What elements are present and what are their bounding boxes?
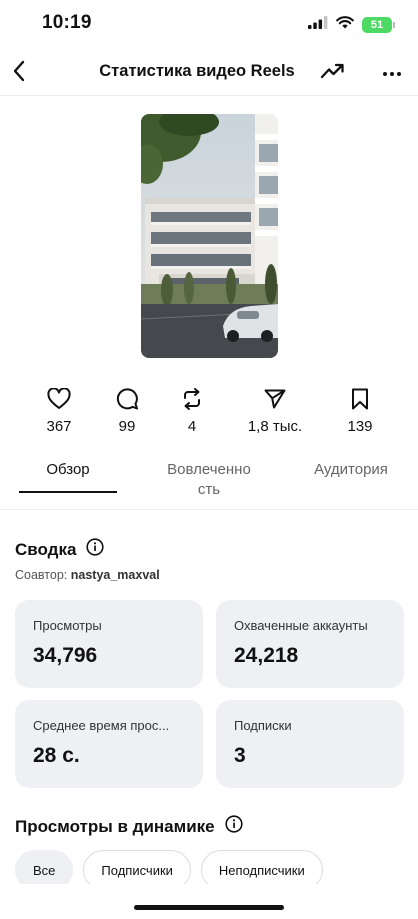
info-icon[interactable] — [225, 815, 243, 838]
signal-icon — [308, 16, 328, 34]
tab-active-indicator — [19, 491, 117, 493]
metric-value: 34,796 — [33, 644, 98, 667]
stat-reposts: 4 — [152, 386, 232, 435]
summary-title: Сводка — [15, 539, 77, 559]
stat-saves: 139 — [320, 386, 400, 435]
status-bar: 10:19 51 — [0, 0, 418, 50]
metric-value: 28 с. — [33, 744, 80, 767]
dynamics-section-title: Просмотры в динамике — [15, 815, 243, 838]
comments-count: 99 — [118, 418, 136, 435]
bookmark-icon — [350, 386, 370, 412]
battery-icon: 51 — [362, 17, 395, 33]
metric-card-watch-time[interactable]: Среднее время прос... 28 с. — [15, 700, 203, 788]
building-photo — [141, 114, 278, 358]
stat-shares: 1,8 тыс. — [235, 386, 315, 435]
info-icon[interactable] — [86, 538, 105, 561]
metric-label: Просмотры — [33, 618, 102, 633]
summary-section-title: Сводка — [15, 538, 105, 561]
tab-overview[interactable]: Обзор — [19, 460, 117, 480]
metric-label: Среднее время прос... — [33, 718, 170, 733]
metric-value: 24,218 — [234, 644, 299, 667]
nav-bar: Статистика видео Reels — [0, 50, 418, 96]
more-icon — [382, 64, 402, 82]
shares-count: 1,8 тыс. — [247, 418, 303, 435]
status-time: 10:19 — [42, 12, 92, 33]
stats-row: 367 99 4 1,8 тыс. 139 — [0, 386, 418, 442]
tab-audience[interactable]: Аудитория — [296, 460, 406, 480]
trending-button[interactable] — [318, 59, 348, 87]
trending-icon — [320, 62, 346, 85]
likes-count: 367 — [46, 418, 72, 435]
more-button[interactable] — [377, 59, 407, 87]
saves-count: 139 — [347, 418, 373, 435]
metric-label: Охваченные аккаунты — [234, 618, 368, 633]
status-icons: 51 — [308, 16, 395, 34]
coauthor-line: Соавтор: nastya_maxval — [15, 568, 160, 582]
reposts-count: 4 — [187, 418, 197, 435]
page-title: Статистика видео Reels — [99, 62, 295, 80]
metric-value: 3 — [234, 744, 246, 767]
heart-icon — [47, 386, 71, 412]
home-indicator[interactable] — [134, 905, 284, 910]
metric-card-reach[interactable]: Охваченные аккаунты 24,218 — [216, 600, 404, 688]
tab-engagement[interactable]: Вовлеченно сть — [148, 460, 270, 500]
dynamics-title: Просмотры в динамике — [15, 816, 215, 836]
metric-card-views[interactable]: Просмотры 34,796 — [15, 600, 203, 688]
wifi-icon — [336, 16, 354, 34]
battery-level: 51 — [370, 19, 384, 31]
bottom-safe-area — [0, 884, 418, 919]
metric-card-follows[interactable]: Подписки 3 — [216, 700, 404, 788]
comment-icon — [115, 386, 139, 412]
coauthor-label: Соавтор: — [15, 568, 68, 582]
repost-icon — [181, 386, 203, 412]
tab-bar: Обзор Вовлеченно сть Аудитория — [0, 456, 418, 510]
send-icon — [263, 386, 287, 412]
coauthor-name[interactable]: nastya_maxval — [71, 568, 160, 582]
reel-thumbnail[interactable] — [141, 114, 278, 358]
metric-label: Подписки — [234, 718, 292, 733]
